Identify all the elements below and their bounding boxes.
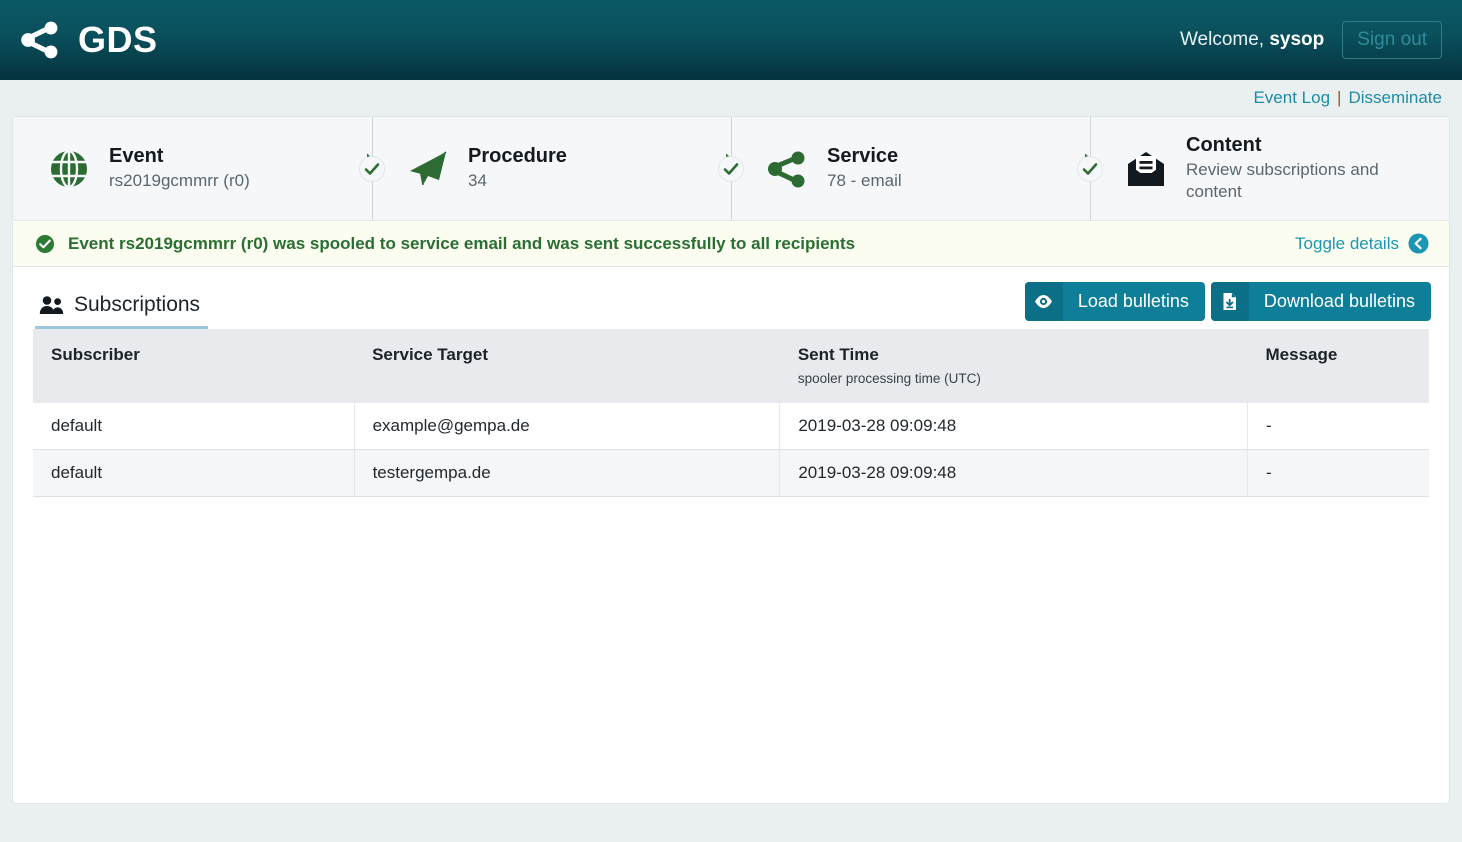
globe-icon xyxy=(47,147,91,191)
panel-header: Subscriptions Load bulletins Download bu… xyxy=(13,267,1449,329)
column-sublabel: spooler processing time (UTC) xyxy=(797,371,981,386)
step-event[interactable]: Event rs2019gcmmrr (r0) xyxy=(13,117,385,220)
step-subtitle: Review subscriptions and content xyxy=(1186,159,1379,201)
file-download-icon xyxy=(1210,282,1249,321)
share-nodes-icon xyxy=(18,18,62,62)
step-procedure[interactable]: Procedure 34 xyxy=(372,117,744,220)
share-nodes-icon xyxy=(765,147,809,191)
column-label: Service Target xyxy=(372,345,488,364)
nav-separator: | xyxy=(1337,88,1342,107)
nav-link-event-log[interactable]: Event Log xyxy=(1253,88,1330,108)
button-label: Load bulletins xyxy=(1077,291,1189,311)
username: sysop xyxy=(1269,29,1325,50)
tab-label: Subscriptions xyxy=(74,293,201,316)
column-header-sent-time: Sent Time spooler processing time (UTC) xyxy=(779,329,1248,403)
table-body: default example@gempa.de 2019-03-28 09:0… xyxy=(33,403,1429,497)
step-complete-check-icon xyxy=(718,155,744,182)
column-label: Message xyxy=(1265,345,1338,364)
table-row[interactable]: default example@gempa.de 2019-03-28 09:0… xyxy=(33,403,1429,450)
download-bulletins-button[interactable]: Download bulletins xyxy=(1210,282,1431,321)
users-icon xyxy=(39,295,64,315)
header-right: Welcome, sysop Sign out xyxy=(1180,21,1442,59)
app-header: GDS Welcome, sysop Sign out xyxy=(0,0,1462,80)
welcome-text: Welcome, sysop xyxy=(1180,29,1324,51)
column-label: Subscriber xyxy=(51,345,140,364)
toggle-details-link[interactable]: Toggle details xyxy=(1295,233,1429,254)
nav-link-disseminate[interactable]: Disseminate xyxy=(1348,88,1442,108)
column-header-message: Message xyxy=(1247,329,1429,403)
step-content[interactable]: Content Review subscriptions and content xyxy=(1090,117,1449,220)
step-complete-check-icon xyxy=(359,155,385,182)
step-subtitle: rs2019gcmmrr (r0) xyxy=(109,170,250,190)
subscriptions-table: Subscriber Service Target Sent Time spoo… xyxy=(33,329,1429,497)
step-title: Event xyxy=(109,144,164,167)
column-header-service-target: Service Target xyxy=(354,329,780,403)
step-title: Service xyxy=(827,144,899,167)
load-bulletins-button[interactable]: Load bulletins xyxy=(1024,282,1205,321)
step-complete-check-icon xyxy=(1077,155,1103,182)
cell-sent-time: 2019-03-28 09:09:48 xyxy=(779,403,1248,450)
column-label: Sent Time xyxy=(797,345,879,364)
workflow-steps: Event rs2019gcmmrr (r0) Procedure 34 Ser… xyxy=(12,116,1450,221)
button-label: Download bulletins xyxy=(1263,291,1415,311)
table-header-row: Subscriber Service Target Sent Time spoo… xyxy=(33,329,1429,403)
app-title: GDS xyxy=(78,19,158,60)
step-subtitle: 78 - email xyxy=(827,170,902,190)
cell-subscriber: default xyxy=(33,449,355,497)
panel-actions: Load bulletins Download bulletins xyxy=(1024,282,1431,329)
top-nav: Event Log | Disseminate xyxy=(0,80,1462,116)
alert-message: Event rs2019gcmmrr (r0) was spooled to s… xyxy=(68,233,856,253)
cell-message: - xyxy=(1247,449,1429,497)
table-header: Subscriber Service Target Sent Time spoo… xyxy=(33,329,1429,403)
toggle-details-label: Toggle details xyxy=(1295,233,1399,253)
table-row[interactable]: default testergempa.de 2019-03-28 09:09:… xyxy=(33,449,1429,497)
tab-subscriptions[interactable]: Subscriptions xyxy=(35,293,209,329)
chevron-circle-left-icon xyxy=(1408,233,1429,254)
sign-out-button[interactable]: Sign out xyxy=(1342,21,1442,59)
paper-plane-icon xyxy=(406,147,450,191)
column-header-subscriber: Subscriber xyxy=(33,329,355,403)
content-panel: Subscriptions Load bulletins Download bu… xyxy=(12,267,1450,804)
step-service[interactable]: Service 78 - email xyxy=(731,117,1103,220)
step-title: Content xyxy=(1186,133,1262,156)
check-circle-icon xyxy=(35,234,55,254)
envelope-open-text-icon xyxy=(1124,147,1168,191)
cell-service-target: example@gempa.de xyxy=(354,403,781,450)
cell-message: - xyxy=(1247,403,1429,450)
status-alert: Event rs2019gcmmrr (r0) was spooled to s… xyxy=(12,221,1450,267)
eye-icon xyxy=(1024,282,1063,321)
cell-subscriber: default xyxy=(33,403,355,450)
step-subtitle: 34 xyxy=(468,170,487,190)
welcome-prefix: Welcome, xyxy=(1179,29,1270,50)
brand: GDS xyxy=(18,18,158,62)
cell-service-target: testergempa.de xyxy=(354,449,781,497)
subscriptions-table-wrapper: Subscriber Service Target Sent Time spoo… xyxy=(13,329,1449,497)
cell-sent-time: 2019-03-28 09:09:48 xyxy=(779,449,1248,497)
step-title: Procedure xyxy=(468,144,567,167)
